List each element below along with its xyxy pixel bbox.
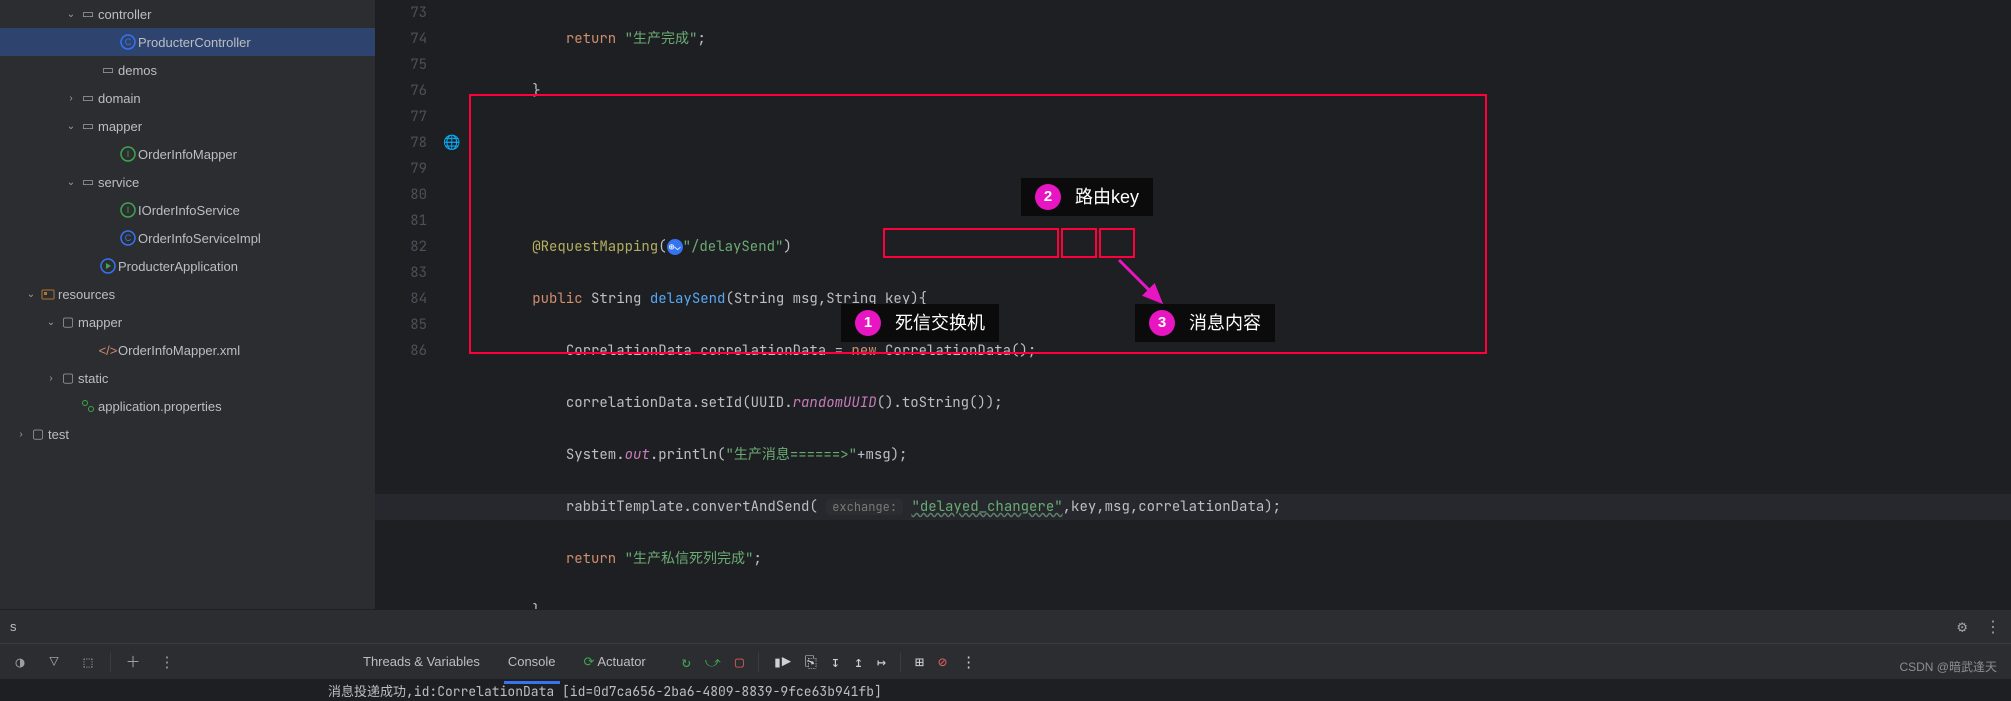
tool-window-bar[interactable]: s ⚙ ⋮ [0,609,2011,643]
step-out-icon[interactable]: ↥ [854,652,863,672]
tab-console[interactable]: Console [504,648,560,676]
tree-folder-domain[interactable]: ›▭domain [0,84,375,112]
xml-icon: </> [98,343,118,358]
chevron-down-icon: ⌄ [64,177,78,188]
class-run-icon [98,258,118,274]
step-into-icon[interactable]: ↧ [831,652,840,672]
tree-folder-test[interactable]: ›▢test [0,420,375,448]
more-icon[interactable]: ⋮ [155,652,179,672]
callout-1: 1死信交换机 [841,304,999,342]
callout-badge-icon: 3 [1149,310,1175,336]
svg-text:I: I [127,149,130,159]
tree-file-orderinfomapper[interactable]: IOrderInfoMapper [0,140,375,168]
tree-file-orderinfoserviceimpl[interactable]: COrderInfoServiceImpl [0,224,375,252]
folder-icon: ▢ [58,314,78,330]
folder-icon: ▭ [78,118,98,134]
tool-window-label[interactable]: s [10,619,17,634]
chevron-down-icon: ⌄ [44,317,58,328]
class-icon: C [118,34,138,50]
tree-folder-mapper[interactable]: ⌄▭mapper [0,112,375,140]
chevron-down-icon: ⌄ [64,9,78,20]
code-area[interactable]: return "生产完成"; } @RequestMapping(⊕⌄"/del… [465,0,2011,609]
tree-folder-mapper2[interactable]: ⌄▢mapper [0,308,375,336]
step-over-icon[interactable]: ⎘ [805,652,817,672]
tree-file-appprops[interactable]: application.properties [0,392,375,420]
tree-folder-demos[interactable]: ▭demos [0,56,375,84]
project-tree[interactable]: ⌄▭controller CProducterController ▭demos… [0,0,375,609]
class-icon: C [118,230,138,246]
url-mapping-icon[interactable]: 🌐 [439,130,465,156]
run-to-cursor-icon[interactable]: ↦ [877,652,886,672]
tree-folder-resources[interactable]: ⌄resources [0,280,375,308]
mute-bp-icon[interactable]: ⊘ [938,652,947,672]
svg-text:C: C [125,233,132,243]
callout-3: 3消息内容 [1135,304,1275,342]
svg-text:I: I [127,205,130,215]
stop-icon[interactable]: ▢ [735,652,744,672]
chevron-down-icon: ⌄ [64,121,78,132]
tree-file-producterapp[interactable]: ProducterApplication [0,252,375,280]
config-icon [78,398,98,414]
chevron-right-icon: › [64,93,78,104]
tree-folder-static[interactable]: ›▢static [0,364,375,392]
add-icon[interactable]: ＋ [121,651,145,672]
param-hint: exchange: [826,499,903,515]
chevron-right-icon: › [44,373,58,384]
filter-icon[interactable]: ▽ [42,652,66,672]
tree-folder-controller[interactable]: ⌄▭controller [0,0,375,28]
web-icon: ⊕⌄ [667,239,683,255]
svg-text:C: C [125,37,132,47]
layout-icon[interactable]: ⬚ [76,652,100,672]
folder-icon: ▭ [78,90,98,106]
pause-icon[interactable]: ▮▶ [773,652,791,672]
callout-2: 2路由key [1021,178,1153,216]
tab-threads[interactable]: Threads & Variables [359,648,484,676]
folder-icon: ▭ [78,174,98,190]
watermark: CSDN @暗武逢天 [1899,658,1997,675]
resume-icon[interactable]: ⤻ [705,652,721,672]
tree-file-orderinfomapperxml[interactable]: </>OrderInfoMapper.xml [0,336,375,364]
tree-file-productercontroller[interactable]: CProducterController [0,28,375,56]
evaluate-icon[interactable]: ⊞ [915,652,924,672]
debug-toolbar: ◑ ▽ ⬚ ＋ ⋮ Threads & Variables Console ⟳ … [0,643,2011,679]
code-editor[interactable]: 7374757677787980818283848586 🌐 return "生… [375,0,2011,609]
folder-icon: ▢ [58,370,78,386]
folder-icon: ▭ [98,62,118,78]
rerun-icon[interactable]: ↻ [682,652,691,672]
chevron-right-icon: › [14,429,28,440]
tree-file-iorderinfoservice[interactable]: IIOrderInfoService [0,196,375,224]
settings-icon[interactable]: ⚙ [1957,616,1967,637]
resources-icon [38,286,58,302]
folder-icon: ▢ [28,426,48,442]
callout-badge-icon: 1 [855,310,881,336]
chevron-down-icon: ⌄ [24,289,38,300]
more-icon[interactable]: ⋮ [1985,616,2001,637]
folder-icon: ▭ [78,6,98,22]
console-output[interactable]: 消息投递成功,id:CorrelationData [id=0d7ca656-2… [0,679,2011,701]
tree-folder-service[interactable]: ⌄▭service [0,168,375,196]
more-icon[interactable]: ⋮ [961,652,976,672]
toggle-view-icon[interactable]: ◑ [8,652,32,672]
tab-actuator[interactable]: ⟳ Actuator [580,648,650,676]
callout-badge-icon: 2 [1035,184,1061,210]
interface-icon: I [118,146,138,162]
interface-icon: I [118,202,138,218]
